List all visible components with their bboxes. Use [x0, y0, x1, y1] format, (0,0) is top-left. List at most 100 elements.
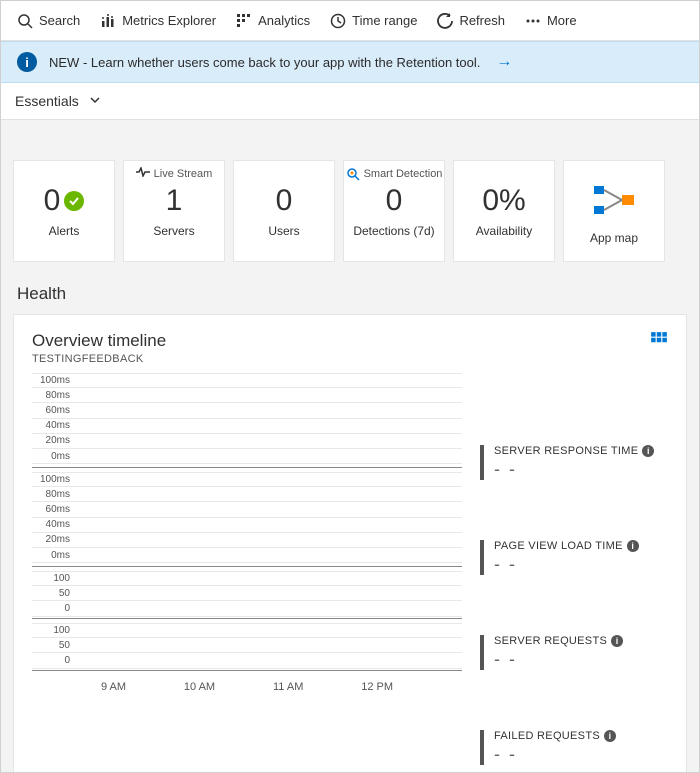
search-icon [17, 13, 33, 29]
legend-item[interactable]: FAILED REQUESTSi - - [480, 730, 668, 765]
detections-top: Smart Detection [364, 168, 443, 180]
essentials-toggle[interactable]: Essentials [1, 83, 699, 120]
overview-tiles: 0 Alerts Live Stream 1 Servers [13, 160, 687, 262]
legend-item[interactable]: PAGE VIEW LOAD TIMEi - - [480, 540, 668, 575]
y-tick-label: 50 [32, 588, 76, 599]
metrics-label: Metrics Explorer [122, 13, 216, 28]
y-tick-label: 60ms [32, 504, 76, 515]
refresh-button[interactable]: Refresh [427, 1, 515, 40]
y-tick-label: 20ms [32, 435, 76, 446]
y-tick-label: 60ms [32, 405, 76, 416]
x-tick-label: 9 AM [101, 681, 126, 693]
pulse-icon [136, 167, 150, 180]
y-tick-label: 0ms [32, 550, 76, 561]
chart-x-axis: 9 AM10 AM11 AM12 PM [32, 675, 462, 693]
legend-item[interactable]: SERVER REQUESTSi- - [480, 635, 668, 670]
timeline-charts[interactable]: 100ms 80ms 60ms 40ms 20ms 0ms 100ms 80ms 60ms 40… [32, 373, 462, 693]
more-label: More [547, 13, 577, 28]
chart-gridline: 100ms [32, 373, 462, 388]
refresh-icon [437, 13, 453, 29]
card-subtitle: TESTINGFEEDBACK [32, 353, 166, 365]
legend-value: - - [494, 744, 668, 765]
legend-title: PAGE VIEW LOAD TIMEi [494, 540, 668, 552]
command-bar: Search Metrics Explorer Analytics Time r… [1, 1, 699, 41]
time-range-button[interactable]: Time range [320, 1, 427, 40]
search-button[interactable]: Search [7, 1, 90, 40]
time-range-label: Time range [352, 13, 417, 28]
alerts-tile[interactable]: 0 Alerts [13, 160, 115, 262]
servers-top: Live Stream [154, 168, 213, 180]
availability-label: Availability [476, 224, 532, 238]
bar-chart-icon [100, 13, 116, 29]
check-icon [64, 191, 84, 211]
detections-value: 0 [386, 184, 403, 218]
chart-gridline: 50 [32, 586, 462, 601]
legend-title: FAILED REQUESTSi [494, 730, 668, 742]
app-map-tile[interactable]: App map [563, 160, 665, 262]
detections-tile[interactable]: Smart Detection 0 Detections (7d) [343, 160, 445, 262]
more-button[interactable]: More [515, 1, 587, 40]
x-tick-label: 12 PM [361, 681, 393, 693]
info-icon[interactable]: i [611, 635, 623, 647]
clock-icon [330, 13, 346, 29]
chart-gridline: 20ms [32, 533, 462, 548]
x-tick-label: 10 AM [184, 681, 215, 693]
chart-gridline: 100 [32, 571, 462, 586]
chart-gridline: 50 [32, 638, 462, 653]
refresh-label: Refresh [459, 13, 505, 28]
availability-tile[interactable]: 0% Availability [453, 160, 555, 262]
y-tick-label: 0ms [32, 451, 76, 462]
chart-gridline: 0ms [32, 449, 462, 464]
availability-value: 0% [482, 184, 525, 218]
servers-tile[interactable]: Live Stream 1 Servers [123, 160, 225, 262]
chart-gridline: 0 [32, 601, 462, 616]
smart-detection-icon [346, 167, 360, 181]
y-tick-label: 0 [32, 655, 76, 666]
users-label: Users [268, 224, 299, 238]
chart-gridline: 80ms [32, 487, 462, 502]
metrics-explorer-button[interactable]: Metrics Explorer [90, 1, 226, 40]
chart-gridline: 60ms [32, 502, 462, 517]
legend-item[interactable]: SERVER RESPONSE TIMEi- - [480, 445, 668, 480]
legend-value: - - [494, 554, 668, 575]
page-view-chart: 100ms 80ms 60ms 40ms 20ms 0ms [32, 472, 462, 567]
y-tick-label: 100ms [32, 375, 76, 386]
alerts-label: Alerts [49, 224, 80, 238]
chart-gridline: 20ms [32, 434, 462, 449]
analytics-label: Analytics [258, 13, 310, 28]
pin-icon[interactable] [650, 331, 668, 354]
info-icon[interactable]: i [627, 540, 639, 552]
y-tick-label: 0 [32, 603, 76, 614]
detections-label: Detections (7d) [353, 224, 434, 238]
server-requests-chart: 100 50 0 [32, 571, 462, 619]
info-icon[interactable]: i [642, 445, 654, 457]
info-banner: i NEW - Learn whether users come back to… [1, 41, 699, 83]
health-section-title: Health [17, 284, 687, 304]
chart-legends: SERVER RESPONSE TIMEi- - PAGE VIEW LOAD T… [480, 373, 668, 765]
chevron-down-icon [89, 94, 101, 109]
server-response-chart: 100ms 80ms 60ms 40ms 20ms 0ms [32, 373, 462, 468]
overview-timeline-card: Overview timeline TESTINGFEEDBACK 100ms8… [13, 314, 687, 772]
info-icon[interactable]: i [604, 730, 616, 742]
analytics-button[interactable]: Analytics [226, 1, 320, 40]
y-tick-label: 80ms [32, 489, 76, 500]
essentials-label: Essentials [15, 93, 79, 109]
legend-title: SERVER REQUESTSi [494, 635, 668, 647]
y-tick-label: 100 [32, 573, 76, 584]
chart-gridline: 40ms [32, 419, 462, 434]
alerts-value: 0 [44, 184, 61, 218]
chart-gridline: 100ms [32, 472, 462, 487]
servers-label: Servers [153, 224, 194, 238]
y-tick-label: 100 [32, 625, 76, 636]
chart-gridline: 100 [32, 623, 462, 638]
y-tick-label: 100ms [32, 474, 76, 485]
y-tick-label: 50 [32, 640, 76, 651]
y-tick-label: 80ms [32, 390, 76, 401]
content-scroll[interactable]: 0 Alerts Live Stream 1 Servers [1, 120, 699, 772]
info-icon: i [17, 52, 37, 72]
y-tick-label: 40ms [32, 519, 76, 530]
users-value: 0 [276, 184, 293, 218]
y-tick-label: 40ms [32, 420, 76, 431]
users-tile[interactable]: 0 Users [233, 160, 335, 262]
banner-link-arrow-icon[interactable]: → [496, 53, 512, 71]
